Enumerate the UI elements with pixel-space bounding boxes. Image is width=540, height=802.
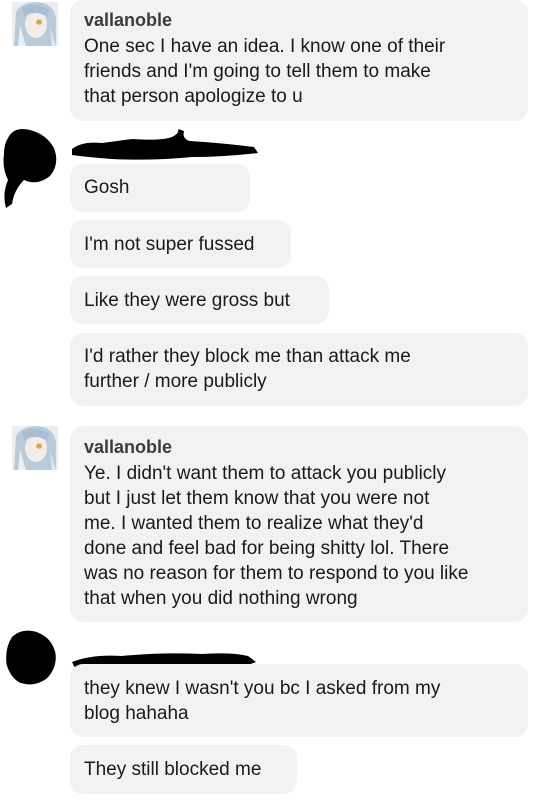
message-text: I'd rather they block me than attack me … xyxy=(84,346,411,392)
message-bubble: they knew I wasn't you bc I asked from m… xyxy=(70,664,528,737)
message-bubble: I'd rather they block me than attack me … xyxy=(70,333,528,406)
message-bubble: Like they were gross but xyxy=(70,276,329,324)
message-bubble: vallanoble One sec I have an idea. I kno… xyxy=(70,0,528,121)
message-bubble: vallanoble Ye. I didn't want them to att… xyxy=(70,426,528,622)
redacted-avatar xyxy=(3,129,57,208)
anime-avatar-icon xyxy=(12,2,58,46)
message-text: Gosh xyxy=(84,177,130,198)
message-text: Like they were gross but xyxy=(84,290,290,311)
message-text: I'm not super fussed xyxy=(84,234,255,255)
message-text: They still blocked me xyxy=(84,759,262,780)
avatar[interactable] xyxy=(12,426,58,470)
message-text: One sec I have an idea. I know one of th… xyxy=(84,36,446,107)
avatar[interactable] xyxy=(12,2,58,46)
redacted-name xyxy=(72,129,258,160)
sender-name[interactable]: vallanoble xyxy=(84,435,514,459)
message-bubble: I'm not super fussed xyxy=(70,220,291,268)
sender-name[interactable]: vallanoble xyxy=(84,8,514,32)
message-text: Ye. I didn't want them to attack you pub… xyxy=(84,463,469,609)
message-bubble: They still blocked me xyxy=(70,745,297,794)
chat-thread: vallanoble One sec I have an idea. I kno… xyxy=(0,0,540,802)
message-text: they knew I wasn't you bc I asked from m… xyxy=(84,678,441,724)
redacted-avatar xyxy=(6,630,56,685)
anime-avatar-icon xyxy=(12,426,58,470)
message-bubble: Gosh xyxy=(70,164,250,212)
